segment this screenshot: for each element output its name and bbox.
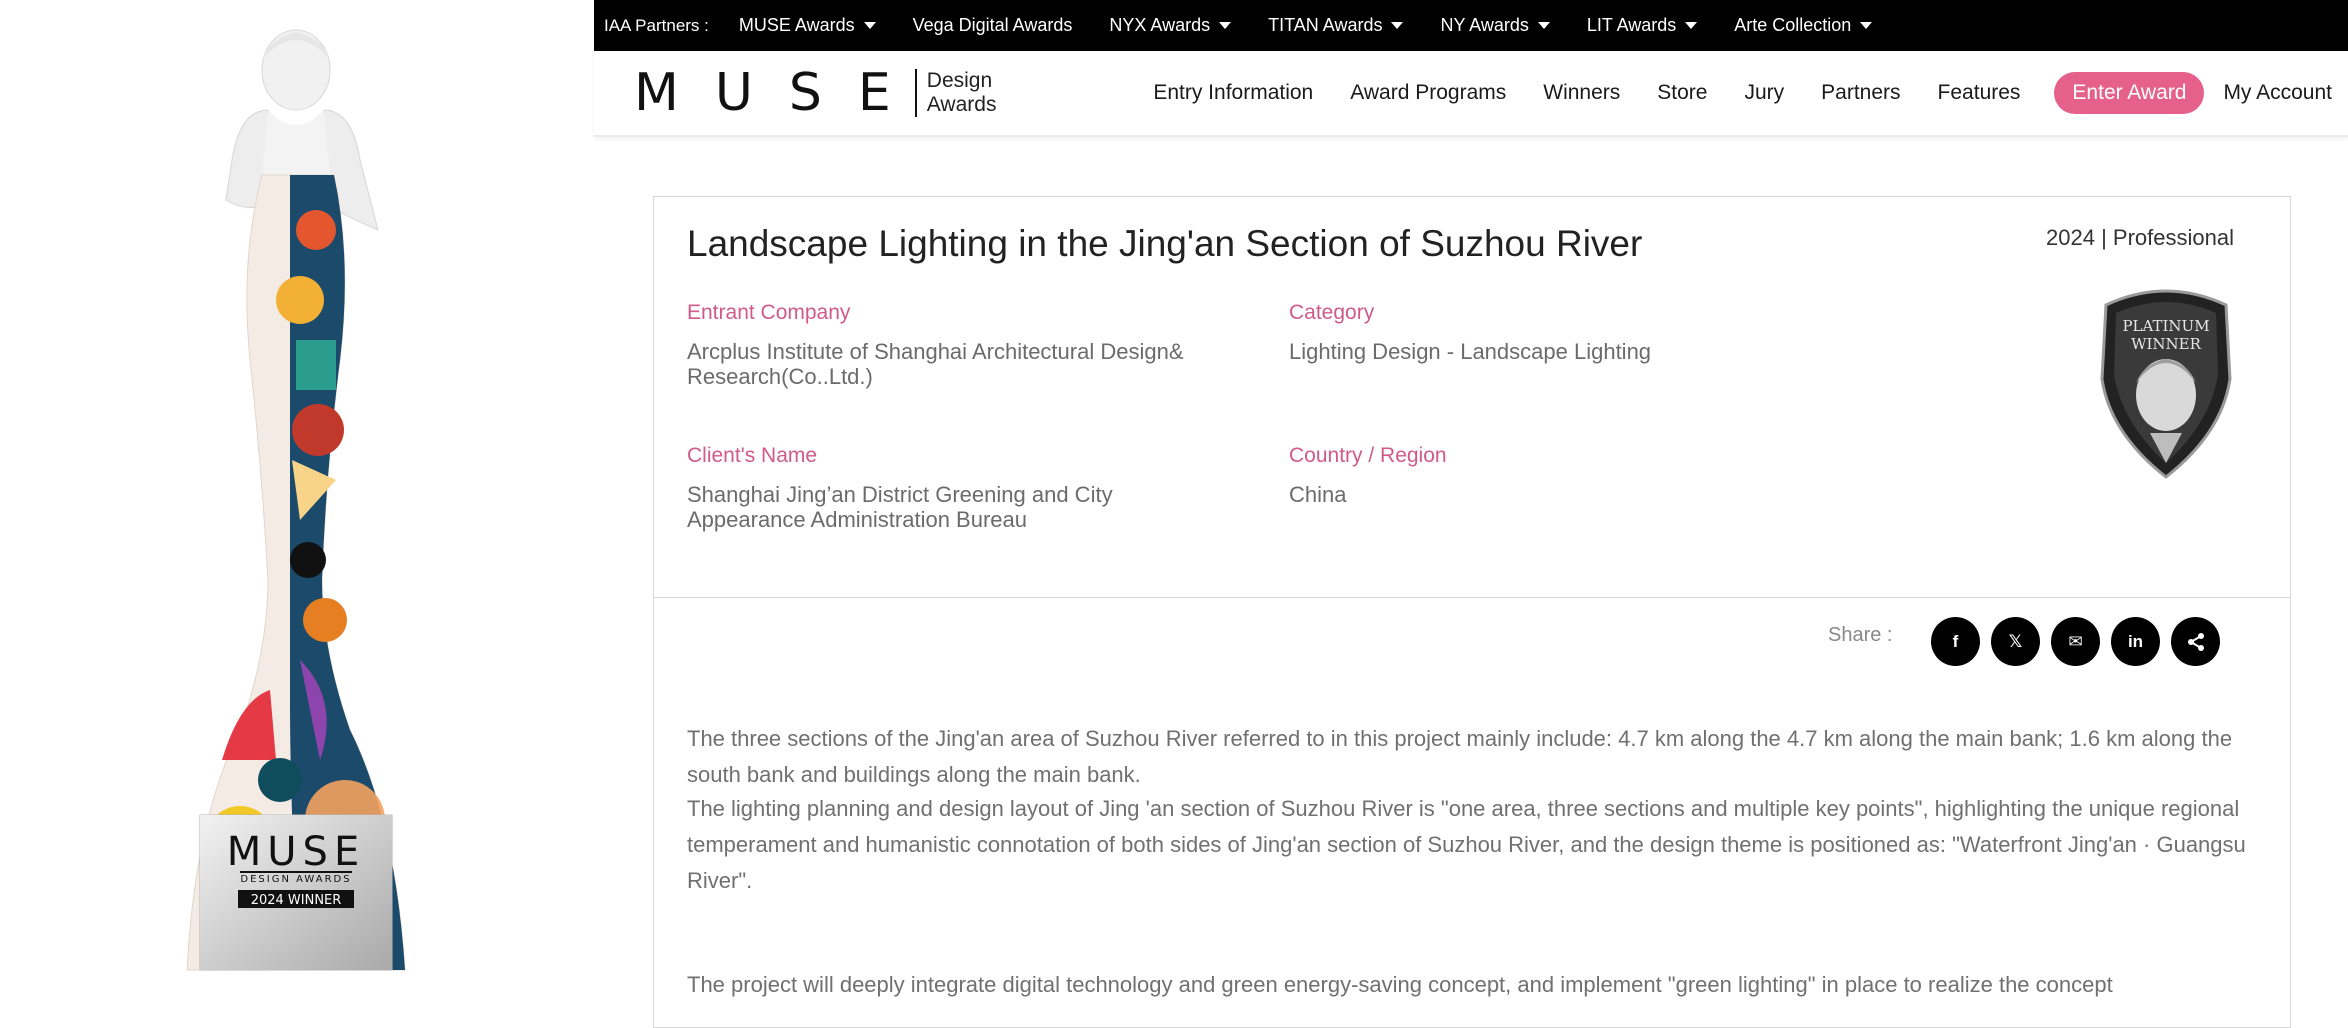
category-label: Category bbox=[1289, 301, 1375, 324]
nav-jury[interactable]: Jury bbox=[1744, 81, 1784, 105]
caret-down-icon bbox=[863, 22, 876, 29]
facebook-icon: f bbox=[1952, 631, 1959, 651]
partner-vega-digital-awards[interactable]: Vega Digital Awards bbox=[913, 15, 1073, 36]
country-region-label: Country / Region bbox=[1289, 444, 1447, 467]
nav-award-programs[interactable]: Award Programs bbox=[1350, 81, 1506, 105]
enter-award-button[interactable]: Enter Award bbox=[2054, 72, 2205, 114]
logo-subtitle: Design Awards bbox=[926, 69, 997, 116]
entrant-company-value: Arcplus Institute of Shanghai Architectu… bbox=[687, 339, 1184, 389]
panel-divider bbox=[654, 597, 2290, 598]
description-paragraph: The three sections of the Jing'an area o… bbox=[687, 726, 2233, 787]
country-region-value: China bbox=[1289, 482, 1347, 507]
nav-entry-information[interactable]: Entry Information bbox=[1153, 81, 1313, 105]
badge-line2: WINNER bbox=[2131, 335, 2202, 353]
main-header: MUSE Design Awards Entry Information Awa… bbox=[594, 51, 2348, 137]
partner-titan-awards[interactable]: TITAN Awards bbox=[1268, 15, 1404, 36]
description-paragraph: The lighting planning and design layout … bbox=[687, 796, 2246, 893]
logo-wordmark: MUSE bbox=[634, 63, 927, 123]
linkedin-share-button[interactable]: in bbox=[2111, 617, 2160, 666]
badge-line1: PLATINUM bbox=[2122, 317, 2209, 335]
project-detail-panel: Landscape Lighting in the Jing'an Sectio… bbox=[653, 196, 2291, 1028]
caret-down-icon bbox=[1685, 22, 1698, 29]
email-share-button[interactable]: ✉ bbox=[2051, 617, 2100, 666]
nav-winners[interactable]: Winners bbox=[1543, 81, 1620, 105]
partner-muse-awards[interactable]: MUSE Awards bbox=[739, 15, 876, 36]
x-icon: 𝕏 bbox=[2008, 631, 2023, 651]
share-label: Share : bbox=[1828, 624, 1893, 646]
description-paragraph: The project will deeply integrate digita… bbox=[687, 972, 2113, 997]
trophy-plate-brand: MUSE bbox=[227, 829, 365, 875]
main-nav: Entry Information Award Programs Winners… bbox=[1116, 71, 2332, 115]
partner-nyx-awards[interactable]: NYX Awards bbox=[1109, 15, 1232, 36]
trophy-image: MUSE DESIGN AWARDS 2024 WINNER bbox=[0, 0, 594, 1004]
muse-logo[interactable]: MUSE Design Awards bbox=[634, 67, 996, 119]
partner-ny-awards[interactable]: NY Awards bbox=[1440, 15, 1550, 36]
nav-store[interactable]: Store bbox=[1657, 81, 1707, 105]
logo-divider bbox=[914, 69, 917, 117]
share-icon bbox=[2187, 632, 2204, 651]
caret-down-icon bbox=[1537, 22, 1550, 29]
caret-down-icon bbox=[1860, 22, 1873, 29]
caret-down-icon bbox=[1391, 22, 1404, 29]
trophy-plate-sub: DESIGN AWARDS bbox=[240, 874, 351, 885]
platinum-winner-badge: PLATINUM WINNER bbox=[2100, 289, 2232, 479]
trophy-plate-badge: 2024 WINNER bbox=[251, 893, 342, 908]
caret-down-icon bbox=[1219, 22, 1232, 29]
nav-partners[interactable]: Partners bbox=[1821, 81, 1900, 105]
nav-features[interactable]: Features bbox=[1938, 81, 2021, 105]
facebook-share-button[interactable]: f bbox=[1931, 617, 1980, 666]
email-icon: ✉ bbox=[2068, 631, 2083, 651]
partner-bar-label: IAA Partners : bbox=[604, 15, 709, 35]
category-value: Lighting Design - Landscape Lighting bbox=[1289, 339, 1652, 364]
project-title: Landscape Lighting in the Jing'an Sectio… bbox=[687, 223, 1643, 264]
my-account-link[interactable]: My Account bbox=[2223, 81, 2332, 105]
x-share-button[interactable]: 𝕏 bbox=[1991, 617, 2040, 666]
share-button[interactable] bbox=[2171, 617, 2220, 666]
project-year-category: 2024 | Professional bbox=[2046, 225, 2234, 250]
client-name-value: Shanghai Jing’an District Greening and C… bbox=[687, 482, 1113, 532]
partner-bar: IAA Partners : MUSE Awards Vega Digital … bbox=[594, 0, 2348, 51]
linkedin-icon: in bbox=[2127, 631, 2144, 651]
partner-lit-awards[interactable]: LIT Awards bbox=[1587, 15, 1698, 36]
client-name-label: Client's Name bbox=[687, 444, 818, 467]
entrant-company-label: Entrant Company bbox=[687, 301, 851, 324]
partner-arte-collection[interactable]: Arte Collection bbox=[1734, 15, 1873, 36]
